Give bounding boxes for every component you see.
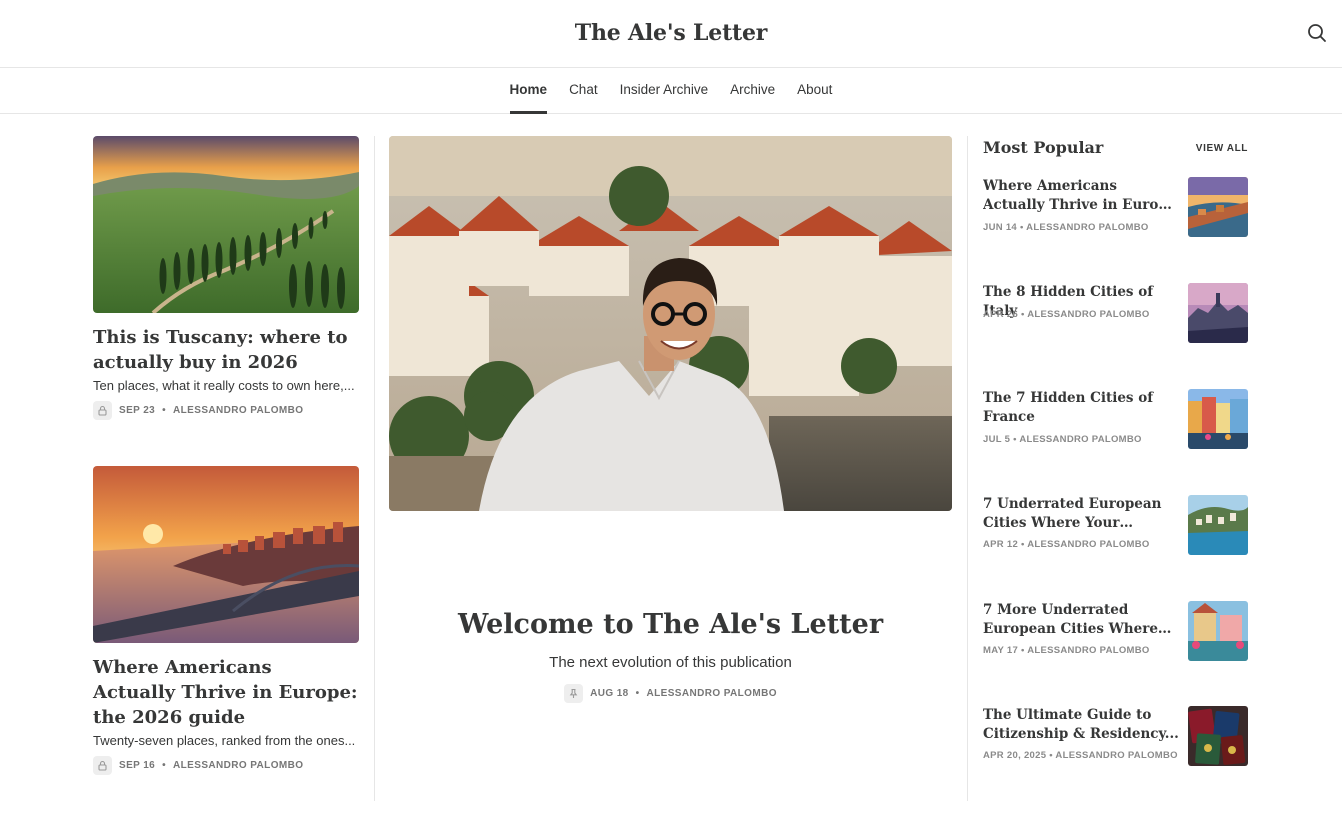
popular-item-meta: APR 12 • ALESSANDRO PALOMBO: [983, 539, 1150, 550]
popular-item-thumbnail[interactable]: [1188, 706, 1248, 766]
most-popular-heading: Most Popular: [983, 138, 1104, 157]
popular-item-thumbnail[interactable]: [1188, 177, 1248, 237]
popular-item-title[interactable]: 7 Underrated European Cities Where Your …: [983, 495, 1179, 533]
popular-item-thumbnail[interactable]: [1188, 495, 1248, 555]
pin-icon: [564, 684, 584, 703]
featured-image[interactable]: [389, 136, 952, 511]
featured-author[interactable]: ALESSANDRO PALOMBO: [647, 688, 777, 699]
popular-item-meta: APR 26 • ALESSANDRO PALOMBO: [983, 309, 1150, 320]
popular-item-thumbnail[interactable]: [1188, 283, 1248, 343]
popular-item[interactable]: The Ultimate Guide to Citizenship & Resi…: [983, 706, 1248, 768]
popular-item-title[interactable]: The 7 Hidden Cities of France: [983, 389, 1179, 427]
post-subtitle: Ten places, what it really costs to own …: [93, 378, 355, 393]
post-date: SEP 16: [119, 760, 156, 771]
tab-insider-archive[interactable]: Insider Archive: [620, 68, 709, 114]
post-image-tuscany[interactable]: [93, 136, 359, 313]
popular-item[interactable]: Where Americans Actually Thrive in Europ…: [983, 177, 1248, 239]
tab-about[interactable]: About: [797, 68, 832, 114]
post-subtitle: Twenty-seven places, ranked from the one…: [93, 733, 356, 748]
tab-chat[interactable]: Chat: [569, 68, 598, 114]
post-title[interactable]: Where Americans Actually Thrive in Europ…: [93, 655, 359, 730]
featured-meta: AUG 18 • ALESSANDRO PALOMBO: [389, 684, 952, 703]
view-all-link[interactable]: VIEW ALL: [1190, 143, 1248, 154]
post-card-tuscany[interactable]: This is Tuscany: where to actually buy i…: [93, 136, 359, 420]
lock-icon: [93, 756, 112, 775]
meta-separator: •: [162, 760, 167, 771]
popular-item-meta: JUL 5 • ALESSANDRO PALOMBO: [983, 434, 1142, 445]
lock-icon: [93, 401, 112, 420]
featured-title[interactable]: Welcome to The Ale's Letter: [389, 609, 952, 640]
popular-item[interactable]: 7 More Underrated European Cities Where …: [983, 601, 1248, 663]
post-card-americans-thrive[interactable]: Where Americans Actually Thrive in Europ…: [93, 466, 359, 775]
site-header: The Ale's Letter: [0, 0, 1342, 68]
tab-archive[interactable]: Archive: [730, 68, 775, 114]
popular-item-title[interactable]: The Ultimate Guide to Citizenship & Resi…: [983, 706, 1179, 744]
popular-item[interactable]: The 7 Hidden Cities of France JUL 5 • AL…: [983, 389, 1248, 451]
column-divider-left: [374, 136, 375, 801]
post-date: SEP 23: [119, 405, 156, 416]
popular-item-title[interactable]: 7 More Underrated European Cities Where …: [983, 601, 1179, 639]
post-meta: SEP 23 • ALESSANDRO PALOMBO: [93, 401, 359, 420]
tab-home[interactable]: Home: [509, 68, 547, 114]
post-title[interactable]: This is Tuscany: where to actually buy i…: [93, 325, 359, 375]
search-icon: [1308, 24, 1326, 42]
popular-item-thumbnail[interactable]: [1188, 389, 1248, 449]
popular-item-meta: MAY 17 • ALESSANDRO PALOMBO: [983, 645, 1150, 656]
post-image-porto[interactable]: [93, 466, 359, 643]
main-nav: Home Chat Insider Archive Archive About: [0, 68, 1342, 114]
meta-separator: •: [162, 405, 167, 416]
featured-date: AUG 18: [590, 688, 629, 699]
popular-item-title[interactable]: Where Americans Actually Thrive in Europ…: [983, 177, 1179, 215]
popular-item[interactable]: 7 Underrated European Cities Where Your …: [983, 495, 1248, 557]
meta-separator: •: [635, 688, 640, 699]
popular-item-meta: JUN 14 • ALESSANDRO PALOMBO: [983, 222, 1149, 233]
post-author[interactable]: ALESSANDRO PALOMBO: [173, 405, 303, 416]
post-author[interactable]: ALESSANDRO PALOMBO: [173, 760, 303, 771]
site-title[interactable]: The Ale's Letter: [0, 20, 1342, 46]
featured-subtitle: The next evolution of this publication: [549, 654, 792, 671]
popular-item[interactable]: The 8 Hidden Cities of Italy APR 26 • AL…: [983, 283, 1248, 345]
search-button[interactable]: [1306, 22, 1328, 44]
post-meta: SEP 16 • ALESSANDRO PALOMBO: [93, 756, 359, 775]
popular-item-meta: APR 20, 2025 • ALESSANDRO PALOMBO: [983, 750, 1178, 761]
column-divider-right: [967, 136, 968, 801]
popular-item-thumbnail[interactable]: [1188, 601, 1248, 661]
